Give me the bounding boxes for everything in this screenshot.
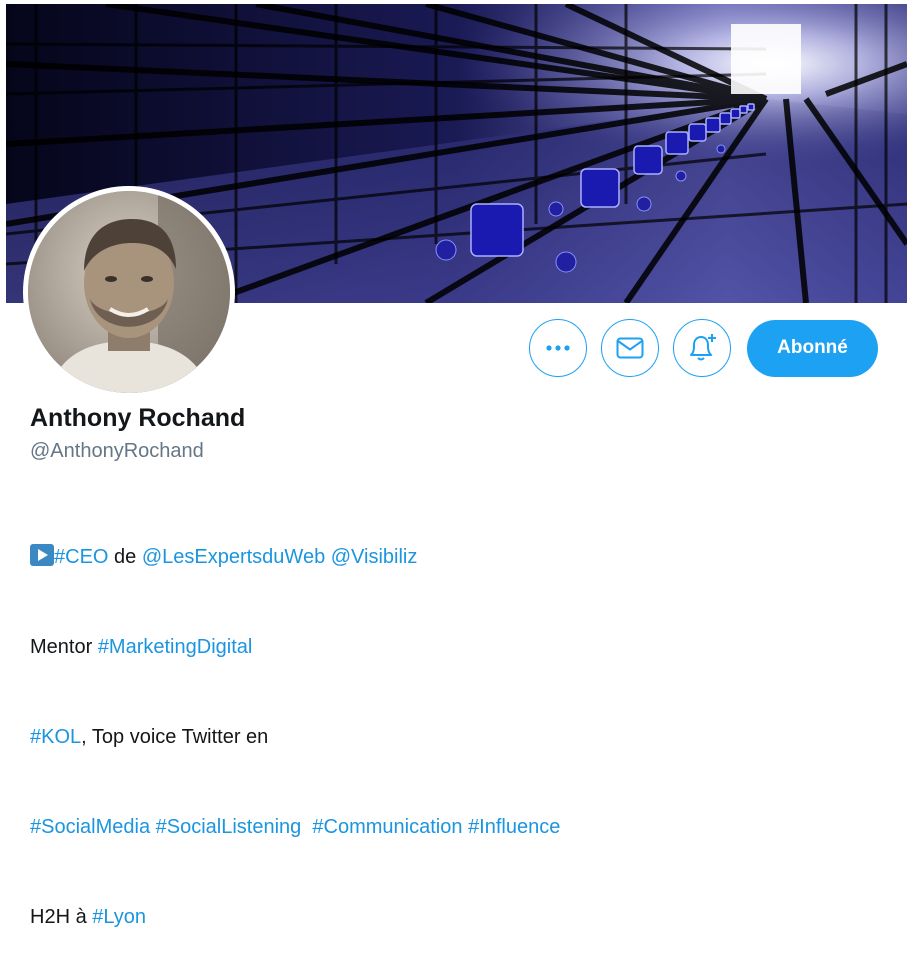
hashtag-link[interactable]: #SocialListening: [156, 816, 302, 838]
bio-text: Mentor: [30, 636, 98, 658]
hashtag-link[interactable]: #SocialMedia: [30, 816, 150, 838]
bio-text: de: [108, 546, 142, 568]
bio-text: , Top voice Twitter en: [81, 726, 269, 748]
hashtag-link[interactable]: #MarketingDigital: [98, 636, 253, 658]
mention-link[interactable]: @LesExpertsduWeb: [142, 546, 325, 568]
profile-bio: #CEO de @LesExpertsduWeb @Visibiliz Ment…: [30, 482, 560, 962]
more-dots-icon: [546, 345, 570, 351]
envelope-icon: [616, 337, 644, 359]
bio-line: #CEO de @LesExpertsduWeb @Visibiliz: [30, 542, 560, 572]
profile-name: Anthony Rochand: [30, 404, 246, 432]
bio-line: H2H à #Lyon: [30, 902, 560, 932]
bio-text: [301, 816, 312, 838]
hashtag-link[interactable]: #Lyon: [92, 906, 146, 928]
more-button[interactable]: [529, 319, 587, 377]
bio-line: #SocialMedia #SocialListening #Communica…: [30, 812, 560, 842]
profile-actions: Abonné: [529, 319, 878, 377]
bio-text: H2H à: [30, 906, 93, 928]
message-button[interactable]: [601, 319, 659, 377]
profile-handle: @AnthonyRochand: [30, 440, 204, 462]
hashtag-link[interactable]: #Communication: [312, 816, 462, 838]
play-button-emoji-icon: [30, 544, 54, 566]
hashtag-link[interactable]: #Influence: [468, 816, 560, 838]
avatar-frame: [23, 186, 235, 398]
avatar[interactable]: [28, 191, 230, 393]
bio-line: Mentor #MarketingDigital: [30, 632, 560, 662]
mention-link[interactable]: @Visibiliz: [331, 546, 418, 568]
hashtag-link[interactable]: #KOL: [30, 726, 81, 748]
bio-line: #KOL, Top voice Twitter en: [30, 722, 560, 752]
following-button[interactable]: Abonné: [747, 319, 878, 377]
hashtag-link[interactable]: #CEO: [54, 546, 108, 568]
bell-plus-icon: [690, 334, 716, 361]
notifications-button[interactable]: [673, 319, 731, 377]
